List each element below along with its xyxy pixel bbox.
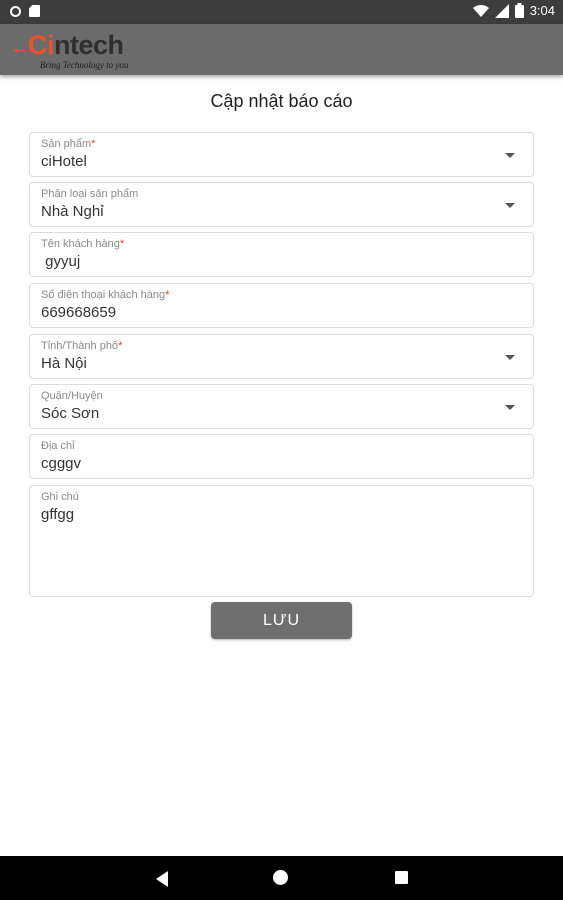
dropdown-arrow-icon bbox=[505, 153, 515, 158]
required-marker: * bbox=[119, 238, 125, 250]
product-category-dropdown[interactable]: Phân loại sản phẩm Nhà Nghỉ bbox=[29, 182, 534, 227]
wifi-icon bbox=[472, 4, 489, 17]
customer-phone-field[interactable]: Số điện thoại khách hàng* 669668659 bbox=[29, 283, 534, 328]
app-bar: ← Cintech Bring Technology to you bbox=[0, 24, 563, 75]
province-value: Hà Nội bbox=[41, 355, 87, 372]
nav-back-icon[interactable] bbox=[156, 871, 168, 887]
back-arrow-icon[interactable]: ← bbox=[10, 38, 30, 58]
required-marker: * bbox=[118, 340, 123, 352]
district-value: Sóc Sơn bbox=[41, 405, 100, 422]
product-value: ciHotel bbox=[41, 153, 87, 170]
nav-recent-apps-icon[interactable] bbox=[395, 871, 408, 884]
app-logo: Cintech Bring Technology to you bbox=[28, 30, 128, 70]
product-label: Sản phẩm bbox=[41, 138, 92, 150]
address-label: Địa chỉ bbox=[41, 440, 75, 452]
customer-phone-label: Số điện thoại khách hàng bbox=[41, 289, 166, 301]
required-marker: * bbox=[91, 138, 96, 150]
note-value: gffgg bbox=[41, 506, 75, 523]
district-dropdown[interactable]: Quận/Huyện Sóc Sơn bbox=[29, 384, 534, 429]
note-label: Ghi chú bbox=[41, 491, 79, 503]
customer-phone-value: 669668659 bbox=[41, 304, 117, 321]
customer-name-field[interactable]: Tên khách hàng* gyyuj bbox=[29, 232, 534, 277]
dropdown-arrow-icon bbox=[505, 355, 515, 360]
district-label: Quận/Huyện bbox=[41, 390, 103, 402]
address-value: cgggv bbox=[41, 455, 82, 472]
note-textarea[interactable]: Ghi chú gffgg bbox=[29, 485, 534, 597]
required-marker: * bbox=[165, 289, 170, 301]
province-label: Tỉnh/Thành phố bbox=[41, 340, 119, 352]
dropdown-arrow-icon bbox=[505, 203, 515, 208]
dropdown-arrow-icon bbox=[505, 405, 515, 410]
battery-icon bbox=[514, 3, 524, 18]
nav-home-icon[interactable] bbox=[273, 870, 288, 885]
navigation-bar bbox=[0, 856, 563, 900]
notification-icon bbox=[10, 5, 21, 17]
save-button[interactable]: LƯU bbox=[211, 602, 352, 639]
product-dropdown[interactable]: Sản phẩm* ciHotel bbox=[29, 132, 534, 177]
status-bar: 3:04 bbox=[0, 0, 563, 24]
customer-name-label: Tên khách hàng bbox=[41, 238, 120, 250]
product-category-label: Phân loại sản phẩm bbox=[41, 188, 139, 200]
logo-tagline: Bring Technology to you bbox=[40, 60, 129, 70]
province-dropdown[interactable]: Tỉnh/Thành phố* Hà Nội bbox=[29, 334, 534, 379]
product-category-value: Nhà Nghỉ bbox=[41, 203, 104, 220]
page-title: Cập nhật báo cáo bbox=[210, 91, 353, 111]
logo-ci: Ci bbox=[28, 30, 55, 60]
sd-card-icon bbox=[29, 5, 40, 17]
customer-name-value: gyyuj bbox=[41, 253, 81, 270]
status-time: 3:04 bbox=[529, 3, 555, 18]
address-field[interactable]: Địa chỉ cgggv bbox=[29, 434, 534, 479]
logo-ntech: ntech bbox=[54, 30, 124, 60]
signal-icon bbox=[494, 3, 509, 18]
